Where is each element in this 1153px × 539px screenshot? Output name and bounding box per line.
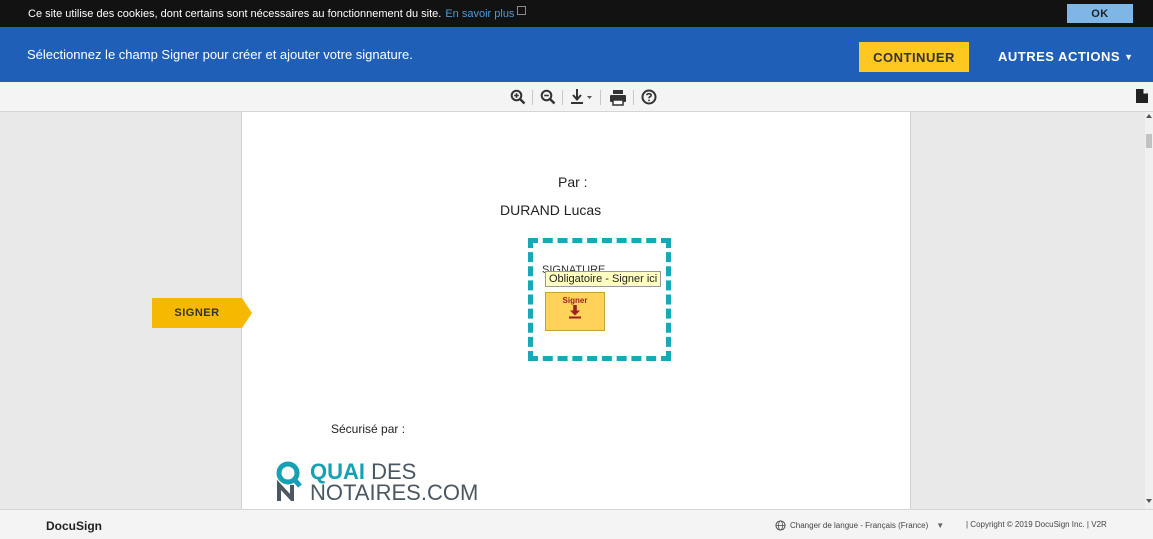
document-toolbar bbox=[0, 82, 1153, 112]
other-actions-label: AUTRES ACTIONS bbox=[998, 49, 1121, 64]
zoom-out-icon[interactable] bbox=[539, 87, 557, 107]
footer: DocuSign Changer de langue - Français (F… bbox=[0, 509, 1153, 539]
toolbar-divider bbox=[562, 90, 563, 105]
globe-icon bbox=[775, 520, 786, 531]
download-icon[interactable] bbox=[569, 87, 595, 107]
external-link-icon bbox=[517, 6, 527, 15]
signer-name: DURAND Lucas bbox=[500, 202, 602, 218]
language-selector[interactable]: Changer de langue - Français (France) ▼ bbox=[775, 520, 944, 531]
logo-line-2: NOTAIRES.COM bbox=[310, 480, 479, 505]
cookie-banner: Ce site utilise des cookies, dont certai… bbox=[0, 0, 1153, 27]
continue-button[interactable]: CONTINUER bbox=[859, 42, 969, 72]
scroll-thumb[interactable] bbox=[1146, 134, 1152, 148]
page-icon[interactable] bbox=[1135, 88, 1149, 109]
chevron-down-icon: ▼ bbox=[1124, 52, 1134, 62]
docusign-brand: DocuSign bbox=[46, 519, 102, 533]
signer-nav-button[interactable]: SIGNER bbox=[152, 298, 252, 328]
cookie-message: Ce site utilise des cookies, dont certai… bbox=[28, 7, 442, 20]
instruction-text: Sélectionnez le champ Signer pour créer … bbox=[27, 47, 413, 62]
zoom-in-icon[interactable] bbox=[509, 87, 527, 107]
learn-more-link[interactable]: En savoir plus bbox=[445, 8, 514, 20]
scroll-up-icon[interactable] bbox=[1146, 114, 1152, 118]
sign-tag-label: Signer bbox=[562, 296, 588, 305]
language-label: Changer de langue - Français (France) bbox=[790, 521, 929, 530]
chevron-down-icon: ▼ bbox=[936, 521, 945, 530]
signer-button-label: SIGNER bbox=[174, 307, 220, 319]
par-label: Par : bbox=[558, 174, 588, 190]
secured-by-label: Sécurisé par : bbox=[331, 422, 406, 436]
logo-mark-icon bbox=[276, 461, 302, 501]
print-icon[interactable] bbox=[608, 87, 628, 107]
scroll-down-icon[interactable] bbox=[1146, 499, 1152, 503]
action-bar: Sélectionnez le champ Signer pour créer … bbox=[0, 27, 1153, 82]
toolbar-divider bbox=[532, 90, 533, 105]
sign-here-tag[interactable]: Signer bbox=[545, 292, 605, 331]
help-icon[interactable] bbox=[640, 87, 658, 107]
toolbar-divider bbox=[600, 90, 601, 105]
toolbar-divider bbox=[633, 90, 634, 105]
copyright-text: | Copyright © 2019 DocuSign Inc. | V2R bbox=[966, 520, 1107, 529]
document-page: Par : DURAND Lucas SIGNATURE Obligatoire… bbox=[241, 112, 911, 509]
other-actions-menu[interactable]: AUTRES ACTIONS ▼ bbox=[998, 49, 1134, 64]
arrow-down-icon bbox=[569, 305, 581, 319]
document-viewer[interactable]: Par : DURAND Lucas SIGNATURE Obligatoire… bbox=[0, 112, 1145, 509]
required-tooltip: Obligatoire - Signer ici bbox=[545, 271, 662, 287]
quai-des-notaires-logo: QUAI DES NOTAIRES.COM bbox=[276, 461, 479, 505]
vertical-scrollbar[interactable] bbox=[1145, 112, 1153, 509]
cookie-ok-button[interactable]: OK bbox=[1067, 4, 1133, 23]
